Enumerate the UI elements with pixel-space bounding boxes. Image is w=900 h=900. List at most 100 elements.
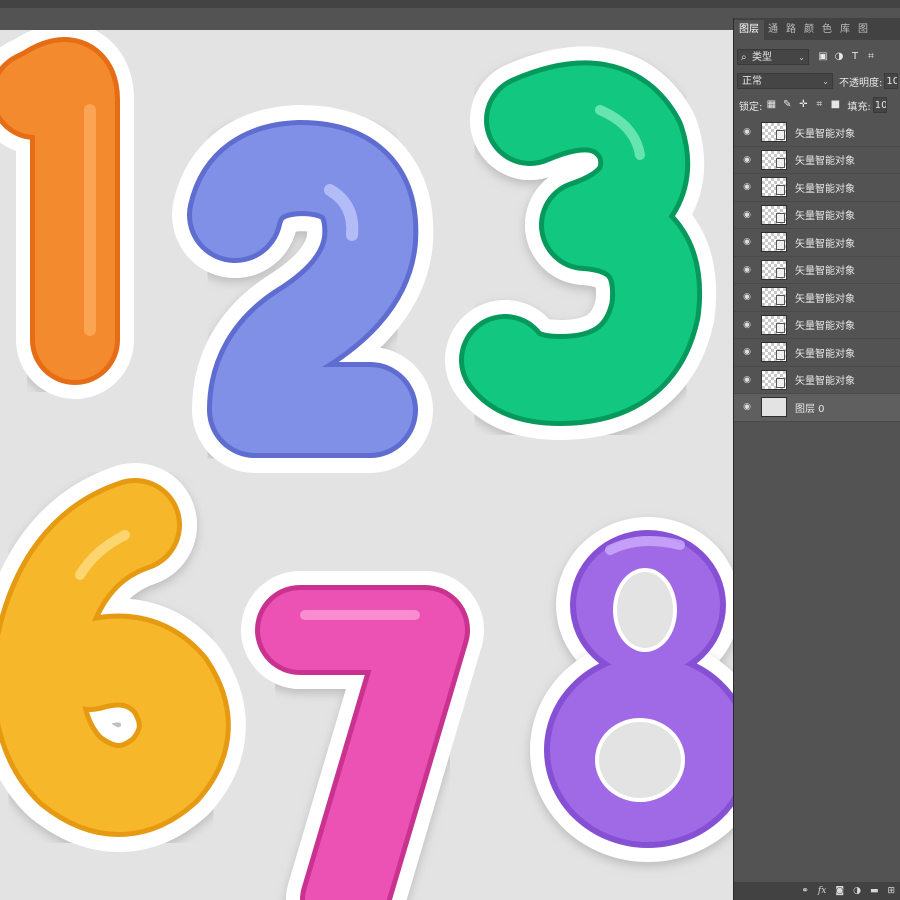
tab-paths[interactable]: 路 [782, 20, 800, 40]
eye-icon[interactable]: ◉ [741, 127, 753, 137]
smart-object-badge-icon [776, 212, 785, 223]
chevron-down-icon: ⌄ [798, 53, 805, 62]
eye-icon[interactable]: ◉ [741, 182, 753, 192]
eye-icon[interactable]: ◉ [741, 155, 753, 165]
layer-row[interactable]: ◉ 矢量智能对象 [734, 229, 900, 257]
filter-image-icon[interactable]: ▣ [817, 51, 829, 63]
layer-name: 矢量智能对象 [795, 183, 855, 195]
lock-all-icon[interactable]: ■ [829, 99, 841, 111]
layer-row[interactable]: ◉ 矢量智能对象 [734, 284, 900, 312]
blend-row: 正常 ⌄ 不透明度: 10 [734, 70, 900, 92]
layer-row[interactable]: ◉ 矢量智能对象 [734, 312, 900, 339]
lock-artboard-icon[interactable]: ⌗ [813, 99, 825, 111]
layer-thumbnail [761, 369, 787, 390]
eye-icon[interactable]: ◉ [741, 265, 753, 275]
eye-icon[interactable]: ◉ [741, 320, 753, 330]
layer-name: 图层 0 [795, 403, 825, 415]
fill-input[interactable]: 10 [872, 97, 887, 113]
layer-name: 矢量智能对象 [795, 293, 855, 305]
lock-paint-icon[interactable]: ✎ [781, 99, 793, 111]
smart-object-badge-icon [776, 130, 785, 141]
tab-channels[interactable]: 通 [764, 20, 782, 40]
filter-select[interactable]: ⌕ 类型 ⌄ [737, 49, 809, 65]
layer-row[interactable]: ◉ 矢量智能对象 [734, 257, 900, 284]
tab-color[interactable]: 颜 [800, 20, 818, 40]
smart-object-badge-icon [776, 350, 785, 361]
filter-row: ⌕ 类型 ⌄ ▣ ◑ T ⌗ [734, 46, 900, 68]
lock-row: 锁定: ▦ ✎ ✛ ⌗ ■ 填充: 10 [734, 94, 900, 116]
layer-thumbnail [761, 397, 787, 418]
layer-thumbnail [761, 342, 787, 363]
search-icon: ⌕ [741, 52, 747, 63]
layer-thumbnail [761, 204, 787, 225]
smart-object-badge-icon [776, 185, 785, 196]
fx-icon[interactable]: fx [818, 886, 826, 896]
eye-icon[interactable]: ◉ [741, 237, 753, 247]
eye-icon[interactable]: ◉ [741, 402, 753, 412]
layer-row[interactable]: ◉ 矢量智能对象 [734, 367, 900, 394]
tab-library[interactable]: 库 [836, 20, 854, 40]
tab-more[interactable]: 图 [854, 20, 872, 40]
smart-object-badge-icon [776, 157, 785, 168]
layer-name: 矢量智能对象 [795, 238, 855, 250]
layer-list: ◉ 矢量智能对象 ◉ 矢量智能对象 ◉ 矢量智能对象 ◉ 矢量智能对象 ◉ 矢量智能对象 … [734, 119, 900, 422]
layer-thumbnail [761, 122, 787, 143]
fill-label: 填充: [847, 101, 871, 113]
layer-thumbnail [761, 149, 787, 170]
eye-icon[interactable]: ◉ [741, 347, 753, 357]
digit-8-shape [530, 517, 733, 862]
digit-2-shape [172, 105, 434, 473]
lock-transparency-icon[interactable]: ▦ [765, 99, 777, 111]
filter-text-icon[interactable]: T [849, 51, 861, 63]
layer-row[interactable]: ◉ 矢量智能对象 [734, 147, 900, 174]
filter-value: 类型 [752, 52, 772, 63]
tab-layers[interactable]: 图层 [734, 20, 764, 40]
mask-icon[interactable]: ◙ [835, 886, 844, 896]
smart-object-badge-icon [776, 267, 785, 278]
layer-name: 矢量智能对象 [795, 128, 855, 140]
layer-name: 矢量智能对象 [795, 211, 855, 223]
layer-row-background[interactable]: ◉ 图层 0 [734, 394, 900, 422]
smart-object-badge-icon [776, 322, 785, 333]
layer-name: 矢量智能对象 [795, 321, 855, 333]
layer-name: 矢量智能对象 [795, 348, 855, 360]
smart-object-badge-icon [776, 377, 785, 388]
document-canvas[interactable] [0, 30, 733, 900]
layers-footer: ⚭ fx ◙ ◑ ▬ ⊞ [734, 882, 900, 900]
folder-icon[interactable]: ▬ [870, 886, 879, 896]
eye-icon[interactable]: ◉ [741, 292, 753, 302]
eye-icon[interactable]: ◉ [741, 375, 753, 385]
new-layer-icon[interactable]: ⊞ [887, 886, 895, 896]
layer-row[interactable]: ◉ 矢量智能对象 [734, 202, 900, 229]
layer-row[interactable]: ◉ 矢量智能对象 [734, 174, 900, 202]
layer-thumbnail [761, 314, 787, 335]
tab-swatches[interactable]: 色 [818, 20, 836, 40]
link-icon[interactable]: ⚭ [801, 886, 809, 896]
digit-3-shape [445, 46, 717, 440]
digit-1-shape [0, 30, 134, 399]
layer-row[interactable]: ◉ 矢量智能对象 [734, 119, 900, 147]
digit-6-shape [0, 463, 246, 852]
opacity-input[interactable]: 10 [884, 73, 899, 89]
layer-row[interactable]: ◉ 矢量智能对象 [734, 339, 900, 367]
adjustment-icon[interactable]: ◑ [853, 886, 861, 896]
layer-name: 矢量智能对象 [795, 266, 855, 278]
layer-name: 矢量智能对象 [795, 156, 855, 168]
layer-thumbnail [761, 177, 787, 198]
artwork [0, 30, 733, 900]
lock-label: 锁定: [739, 101, 763, 113]
blend-mode-select[interactable]: 正常 ⌄ [737, 73, 833, 89]
menu-strip [0, 0, 900, 8]
layer-thumbnail [761, 232, 787, 253]
filter-shape-icon[interactable]: ⌗ [865, 51, 877, 63]
eye-icon[interactable]: ◉ [741, 210, 753, 220]
digit-7-shape [241, 571, 484, 900]
smart-object-badge-icon [776, 240, 785, 251]
blend-mode-value: 正常 [742, 76, 762, 87]
panel-tabs: 图层 通 路 颜 色 库 图 [734, 18, 900, 40]
filter-adjustment-icon[interactable]: ◑ [833, 51, 845, 63]
opacity-label: 不透明度: [839, 77, 883, 89]
layer-name: 矢量智能对象 [795, 376, 855, 388]
layers-panel: 图层 通 路 颜 色 库 图 ⌕ 类型 ⌄ ▣ ◑ T ⌗ 正常 ⌄ 不透明度:… [733, 18, 900, 900]
lock-position-icon[interactable]: ✛ [797, 99, 809, 111]
